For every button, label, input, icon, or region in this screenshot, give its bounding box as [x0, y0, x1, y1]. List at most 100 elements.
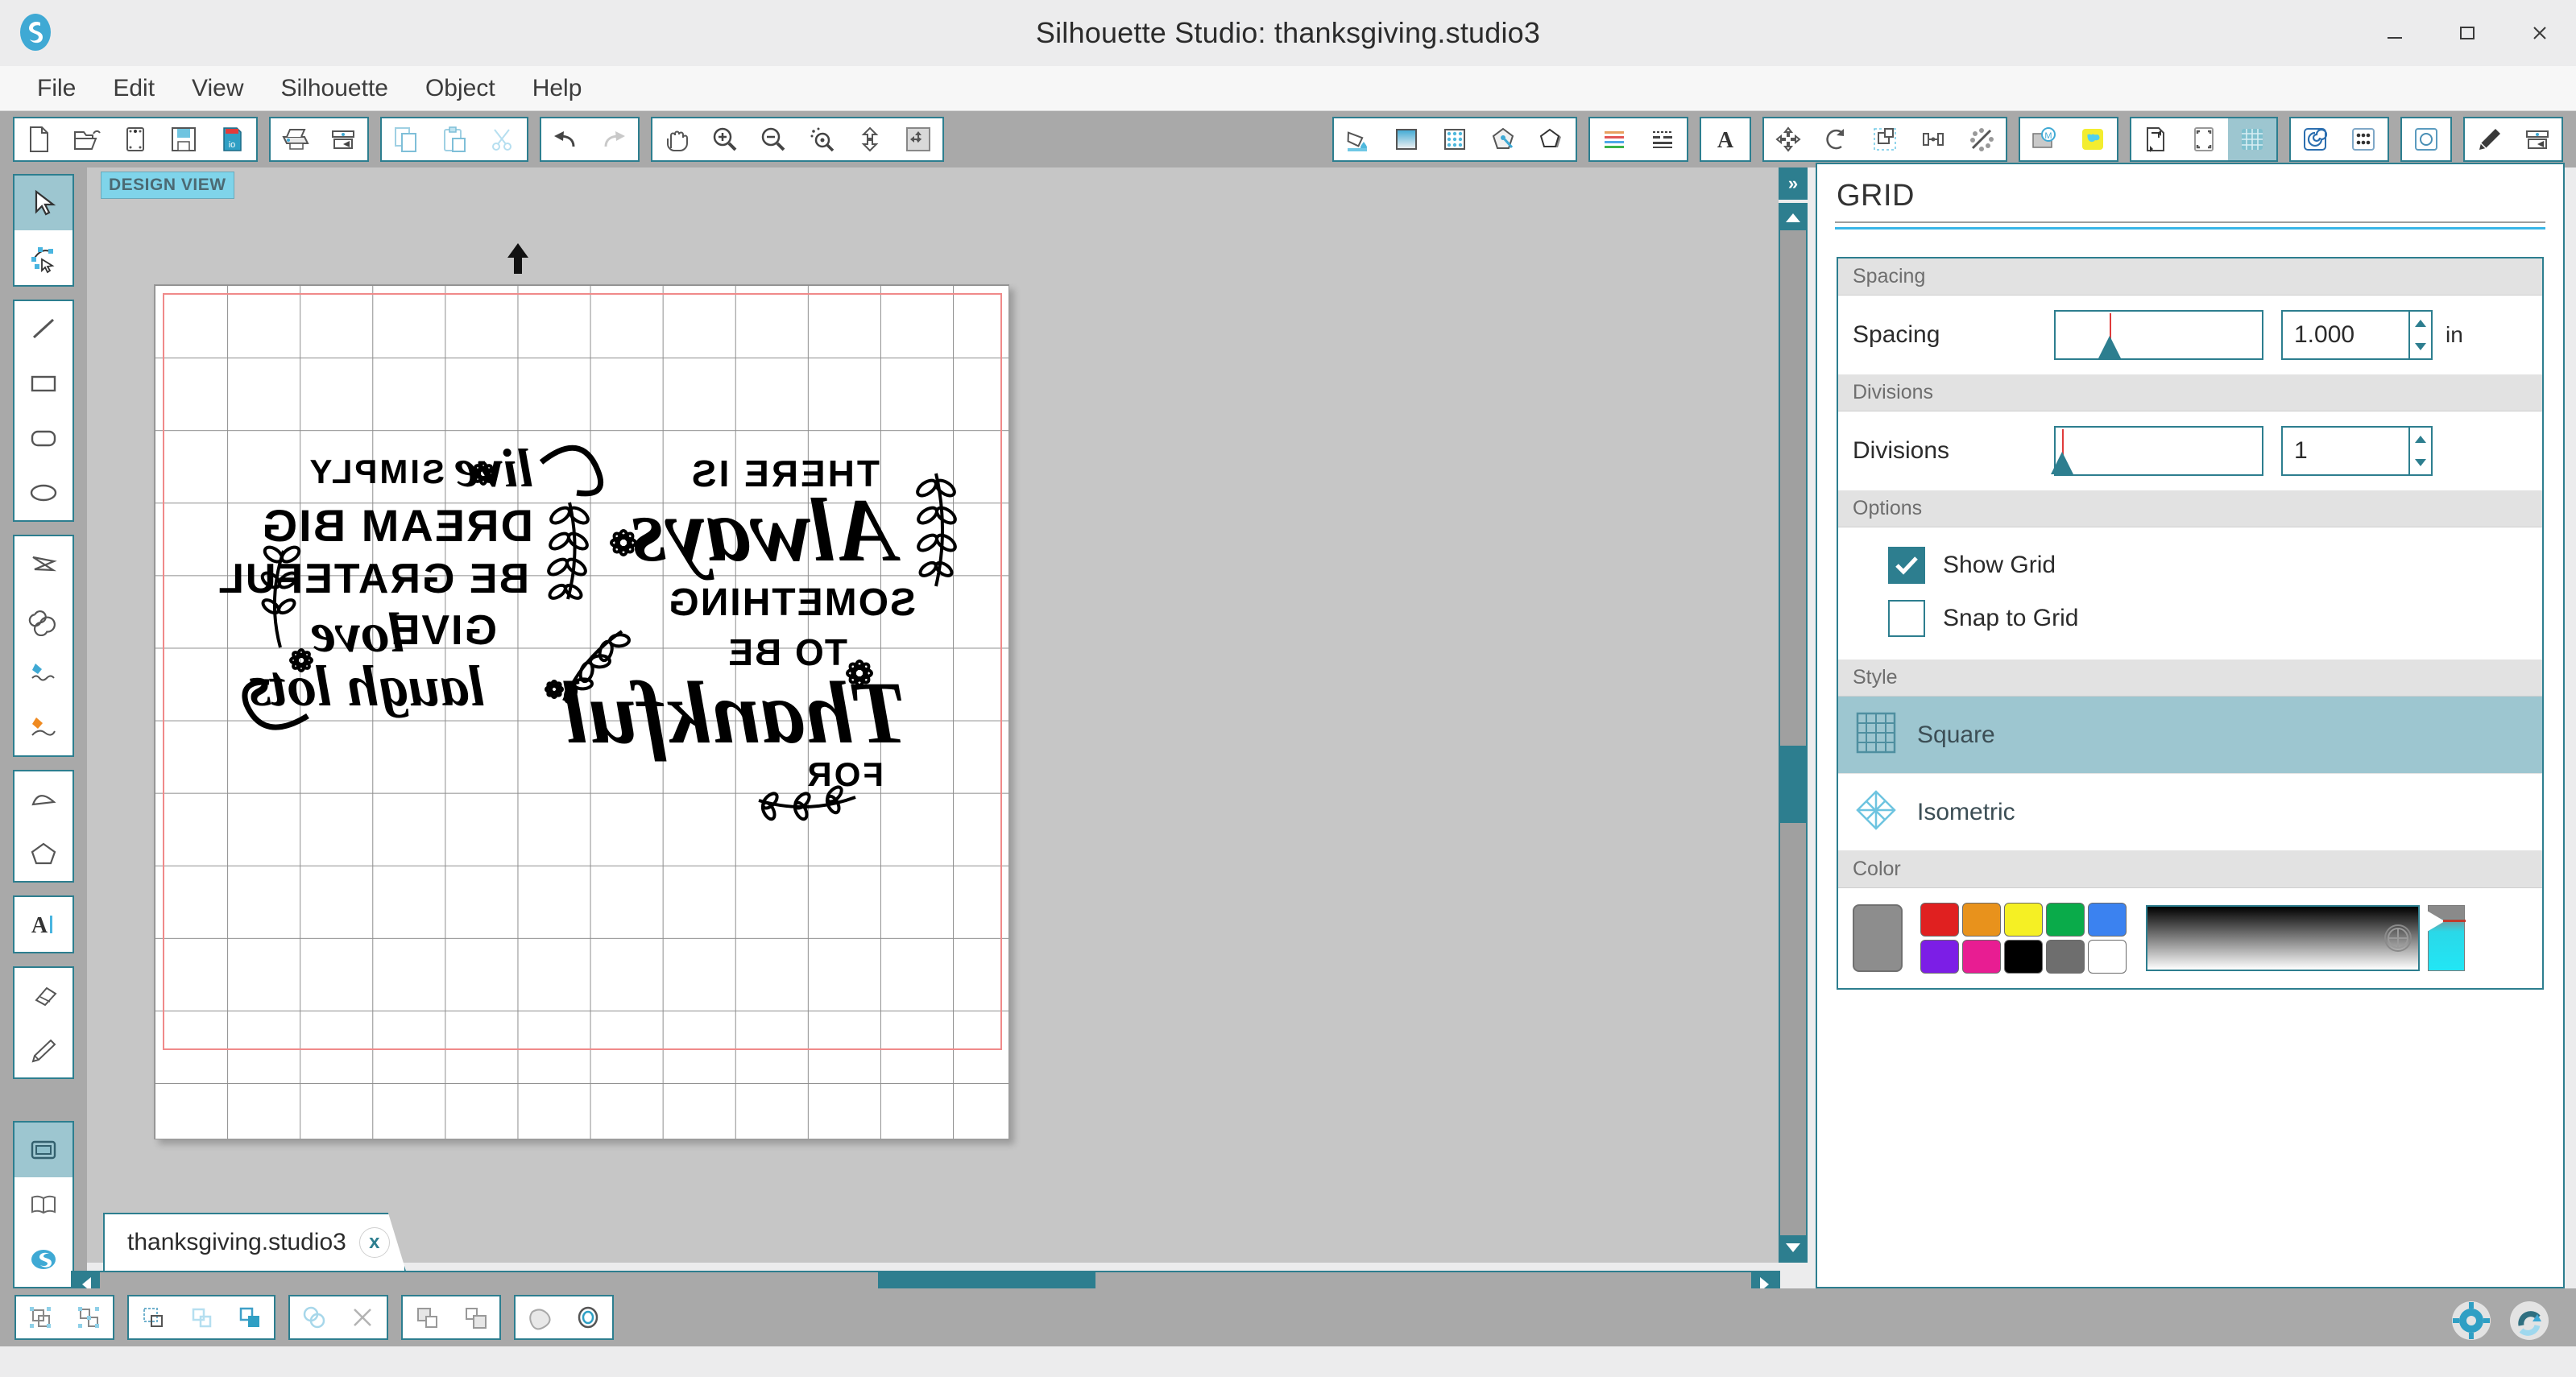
- scroll-up-icon[interactable]: [1780, 205, 1806, 230]
- gradient-handle[interactable]: [2384, 924, 2412, 952]
- close-icon[interactable]: x: [359, 1227, 390, 1258]
- zoom-out-icon[interactable]: [749, 118, 797, 160]
- spacing-stepper-up-icon[interactable]: [2410, 312, 2431, 335]
- copy-icon[interactable]: [382, 118, 430, 160]
- library-book-icon[interactable]: [14, 1177, 72, 1232]
- align-icon[interactable]: [1909, 118, 1957, 160]
- save-to-card-icon[interactable]: io: [208, 118, 256, 160]
- divisions-slider[interactable]: [2051, 426, 2263, 476]
- scissors-cut-icon[interactable]: [478, 118, 527, 160]
- trace-icon[interactable]: [2291, 118, 2339, 160]
- send-cut-icon[interactable]: [2513, 118, 2562, 160]
- scale-icon[interactable]: [1861, 118, 1909, 160]
- open-folder-icon[interactable]: [63, 118, 111, 160]
- settings-gear-icon[interactable]: [2449, 1298, 2494, 1343]
- draw-pen-blue-icon[interactable]: [14, 646, 72, 701]
- cutting-mat[interactable]: live SIMPLY DREAM BIG BE GRATEFUL GIVE l…: [154, 284, 1009, 1139]
- divisions-stepper[interactable]: [2410, 426, 2433, 476]
- divisions-stepper-down-icon[interactable]: [2410, 451, 2431, 474]
- curve-tool-icon[interactable]: [14, 591, 72, 646]
- printer-icon[interactable]: [271, 118, 319, 160]
- store-logo-icon[interactable]: [14, 1232, 72, 1287]
- grid-icon[interactable]: [2228, 118, 2276, 160]
- new-document-icon[interactable]: [14, 118, 63, 160]
- knife-tool-icon[interactable]: [14, 1023, 72, 1077]
- regular-polygon-tool-icon[interactable]: [14, 826, 72, 881]
- minimize-button[interactable]: [2359, 0, 2431, 66]
- make-compound-path-icon[interactable]: [129, 1296, 177, 1338]
- edit-points-icon[interactable]: [14, 230, 72, 285]
- draw-pen-orange-icon[interactable]: [14, 701, 72, 755]
- menu-item-view[interactable]: View: [176, 72, 259, 105]
- color-swatch-black[interactable]: [2004, 940, 2043, 974]
- save-floppy-icon[interactable]: [159, 118, 208, 160]
- weld-icon[interactable]: [290, 1296, 338, 1338]
- undo-arrow-icon[interactable]: [541, 118, 590, 160]
- spacing-slider-knob[interactable]: [2098, 336, 2121, 358]
- gradient-fill-icon[interactable]: [1382, 118, 1431, 160]
- internal-offset-icon[interactable]: [564, 1296, 612, 1338]
- line-tool-icon[interactable]: [14, 301, 72, 356]
- pan-hand-icon[interactable]: [652, 118, 701, 160]
- line-style-icon[interactable]: [1638, 118, 1687, 160]
- page-setup-icon[interactable]: [2131, 118, 2180, 160]
- menu-item-object[interactable]: Object: [409, 72, 511, 105]
- bring-forward-icon[interactable]: [451, 1296, 499, 1338]
- replicate-icon[interactable]: [1957, 118, 2006, 160]
- snap-to-grid-checkbox[interactable]: [1888, 600, 1925, 637]
- style-option-square[interactable]: Square: [1838, 697, 2542, 774]
- spacing-stepper-down-icon[interactable]: [2410, 335, 2431, 358]
- subtract-icon[interactable]: [338, 1296, 387, 1338]
- rectangle-tool-icon[interactable]: [14, 356, 72, 411]
- divisions-input[interactable]: 1: [2281, 426, 2410, 476]
- ellipse-tool-icon[interactable]: [14, 465, 72, 520]
- cut-pen-icon[interactable]: [2465, 118, 2513, 160]
- polygon-tool-icon[interactable]: [14, 536, 72, 591]
- shadow-icon[interactable]: [1527, 118, 1576, 160]
- offset-icon[interactable]: [516, 1296, 564, 1338]
- canvas-vertical-scrollbar[interactable]: [1779, 203, 1808, 1263]
- arc-tool-icon[interactable]: [14, 771, 72, 826]
- line-color-icon[interactable]: [1590, 118, 1638, 160]
- hue-slider-handle[interactable]: [2427, 911, 2445, 932]
- ungroup-icon[interactable]: [64, 1296, 113, 1338]
- color-swatch-orange[interactable]: [1962, 903, 2001, 937]
- knife-dots-icon[interactable]: [2339, 118, 2388, 160]
- color-swatch-green[interactable]: [2046, 903, 2085, 937]
- sync-refresh-icon[interactable]: [2507, 1298, 2552, 1343]
- color-swatch-blue[interactable]: [2088, 903, 2127, 937]
- color-swatch-purple[interactable]: [1920, 940, 1959, 974]
- vertical-scroll-thumb[interactable]: [1780, 746, 1806, 823]
- menu-item-help[interactable]: Help: [516, 72, 598, 105]
- design-canvas[interactable]: DESIGN VIEW live SIMPLY DREAM BIG BE GRA…: [87, 167, 1779, 1263]
- bring-to-front-icon[interactable]: [226, 1296, 274, 1338]
- registration-marks-icon[interactable]: [2180, 118, 2228, 160]
- maximize-button[interactable]: [2431, 0, 2504, 66]
- expand-panel-button[interactable]: »: [1779, 167, 1808, 200]
- current-color-swatch[interactable]: [1853, 904, 1903, 972]
- close-button[interactable]: [2504, 0, 2576, 66]
- style-option-isometric[interactable]: Isometric: [1838, 774, 2542, 851]
- divisions-stepper-up-icon[interactable]: [2410, 428, 2431, 451]
- eraser-tool-icon[interactable]: [14, 968, 72, 1023]
- pattern-fill-icon[interactable]: [1431, 118, 1479, 160]
- spacing-input[interactable]: 1.000: [2281, 310, 2410, 360]
- mat-page-icon[interactable]: [111, 118, 159, 160]
- redo-arrow-icon[interactable]: [590, 118, 638, 160]
- menu-item-silhouette[interactable]: Silhouette: [265, 72, 404, 105]
- move-icon[interactable]: [1764, 118, 1812, 160]
- spacing-slider[interactable]: [2054, 310, 2263, 360]
- design-view-icon[interactable]: [14, 1123, 72, 1177]
- document-tab[interactable]: thanksgiving.studio3 x: [103, 1213, 406, 1271]
- my-library-icon[interactable]: M: [2020, 118, 2069, 160]
- group-icon[interactable]: [16, 1296, 64, 1338]
- transparency-icon[interactable]: [1479, 118, 1527, 160]
- menu-item-file[interactable]: File: [21, 72, 92, 105]
- vertical-scroll-track[interactable]: [1780, 230, 1806, 1235]
- send-to-silhouette-icon[interactable]: [319, 118, 367, 160]
- fit-to-window-icon[interactable]: [846, 118, 894, 160]
- color-swatch-white[interactable]: [2088, 940, 2127, 974]
- store-icon[interactable]: [2069, 118, 2117, 160]
- release-compound-path-icon[interactable]: [177, 1296, 226, 1338]
- rounded-rect-tool-icon[interactable]: [14, 411, 72, 465]
